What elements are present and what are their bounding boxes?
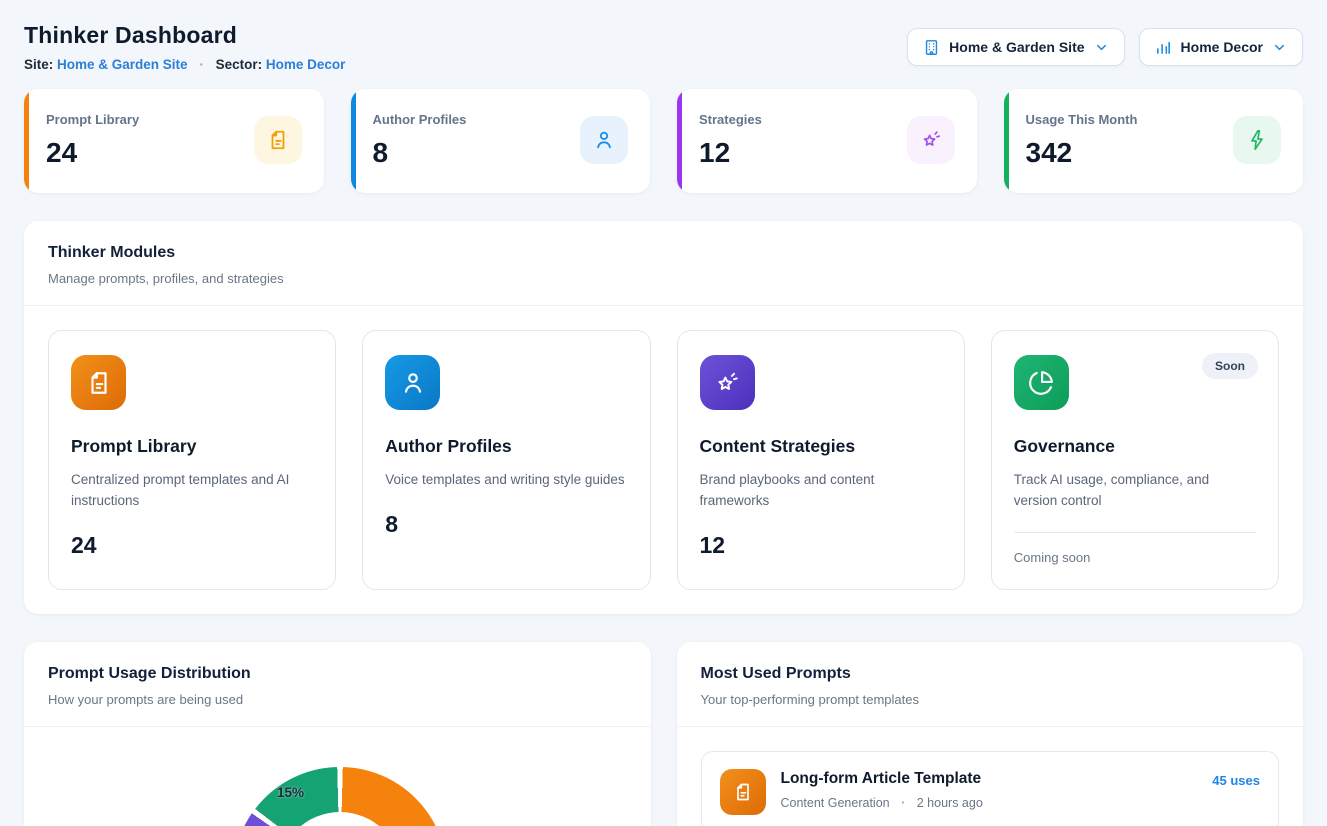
separator-dot: · [199,57,204,72]
soon-badge: Soon [1202,353,1258,379]
module-title: Governance [1014,436,1256,457]
usage-panel-title: Prompt Usage Distribution [48,665,627,683]
prompt-list-item[interactable]: Long-form Article Template Content Gener… [701,751,1280,826]
stat-value: 24 [46,137,139,169]
site-selector-label: Home & Garden Site [949,39,1084,55]
stat-label: Author Profiles [373,108,467,127]
module-description: Track AI usage, compliance, and version … [1014,470,1256,512]
module-title: Content Strategies [700,436,942,457]
usage-distribution-panel: Prompt Usage Distribution How your promp… [24,642,651,826]
stat-value: 342 [1026,137,1138,169]
most-used-prompts-panel: Most Used Prompts Your top-performing pr… [677,642,1304,826]
stat-value: 12 [699,137,762,169]
document-icon [254,116,302,164]
donut-segment-label: 15% [277,785,304,800]
sector-link[interactable]: Home Decor [266,57,346,72]
prompt-list: Long-form Article Template Content Gener… [677,727,1304,826]
prompts-panel-title: Most Used Prompts [701,665,1280,683]
module-card-content-strategies[interactable]: Content Strategies Brand playbooks and c… [677,330,965,590]
donut-chart-area: 15% [24,727,651,826]
sparkle-star-icon [907,116,955,164]
page-title: Thinker Dashboard [24,22,345,49]
page-header: Thinker Dashboard Site: Home & Garden Si… [24,22,1303,72]
lightning-icon [1233,116,1281,164]
sparkle-star-icon [700,355,755,410]
module-title: Author Profiles [385,436,627,457]
stat-card-strategies[interactable]: Strategies 12 [677,89,977,193]
module-title: Prompt Library [71,436,313,457]
stat-card-prompt-library[interactable]: Prompt Library 24 [24,89,324,193]
sector-label: Sector: [216,57,263,72]
site-label: Site: [24,57,53,72]
stat-value: 8 [373,137,467,169]
donut-chart[interactable]: 15% [233,767,447,826]
coming-soon-text: Coming soon [1014,550,1256,565]
building-icon [923,39,940,56]
prompt-category: Content Generation [781,796,890,810]
stat-label: Prompt Library [46,108,139,127]
chevron-down-icon [1272,40,1287,55]
person-icon [385,355,440,410]
module-card-author-profiles[interactable]: Author Profiles Voice templates and writ… [362,330,650,590]
module-description: Centralized prompt templates and AI inst… [71,470,313,512]
prompt-title: Long-form Article Template [781,770,1198,788]
modules-grid: Prompt Library Centralized prompt templa… [24,306,1303,614]
prompts-panel-header: Most Used Prompts Your top-performing pr… [677,642,1304,727]
bar-chart-icon [1155,39,1172,56]
modules-panel-title: Thinker Modules [48,244,1279,262]
prompt-meta: Content Generation · 2 hours ago [781,796,1198,810]
stats-row: Prompt Library 24 Author Profiles 8 Stra… [24,89,1303,193]
prompts-panel-subtitle: Your top-performing prompt templates [701,692,1280,707]
stat-label: Strategies [699,108,762,127]
module-count: 8 [385,511,627,538]
pie-chart-icon [1014,355,1069,410]
bottom-row: Prompt Usage Distribution How your promp… [24,642,1303,826]
sector-selector-dropdown[interactable]: Home Decor [1139,28,1303,66]
site-link[interactable]: Home & Garden Site [57,57,188,72]
stat-card-usage[interactable]: Usage This Month 342 [1004,89,1304,193]
modules-panel: Thinker Modules Manage prompts, profiles… [24,221,1303,614]
prompt-time: 2 hours ago [917,796,983,810]
document-icon [71,355,126,410]
usage-panel-header: Prompt Usage Distribution How your promp… [24,642,651,727]
divider [1014,532,1256,533]
document-icon [720,769,766,815]
dashboard-page: Thinker Dashboard Site: Home & Garden Si… [0,0,1327,826]
module-count: 12 [700,532,942,559]
donut-hole [278,812,402,826]
stat-label: Usage This Month [1026,108,1138,127]
separator-dot: · [901,796,905,810]
header-selectors: Home & Garden Site Home Decor [907,28,1303,66]
person-icon [580,116,628,164]
module-count: 24 [71,532,313,559]
modules-panel-header: Thinker Modules Manage prompts, profiles… [24,221,1303,306]
sector-selector-label: Home Decor [1181,39,1263,55]
module-description: Voice templates and writing style guides [385,470,627,491]
stat-card-author-profiles[interactable]: Author Profiles 8 [351,89,651,193]
site-selector-dropdown[interactable]: Home & Garden Site [907,28,1124,66]
module-card-prompt-library[interactable]: Prompt Library Centralized prompt templa… [48,330,336,590]
modules-panel-subtitle: Manage prompts, profiles, and strategies [48,271,1279,286]
module-description: Brand playbooks and content frameworks [700,470,942,512]
breadcrumb: Site: Home & Garden Site · Sector: Home … [24,57,345,72]
module-card-governance[interactable]: Soon Governance Track AI usage, complian… [991,330,1279,590]
chevron-down-icon [1094,40,1109,55]
prompt-uses-count: 45 uses [1212,769,1260,788]
header-left: Thinker Dashboard Site: Home & Garden Si… [24,22,345,72]
usage-panel-subtitle: How your prompts are being used [48,692,627,707]
